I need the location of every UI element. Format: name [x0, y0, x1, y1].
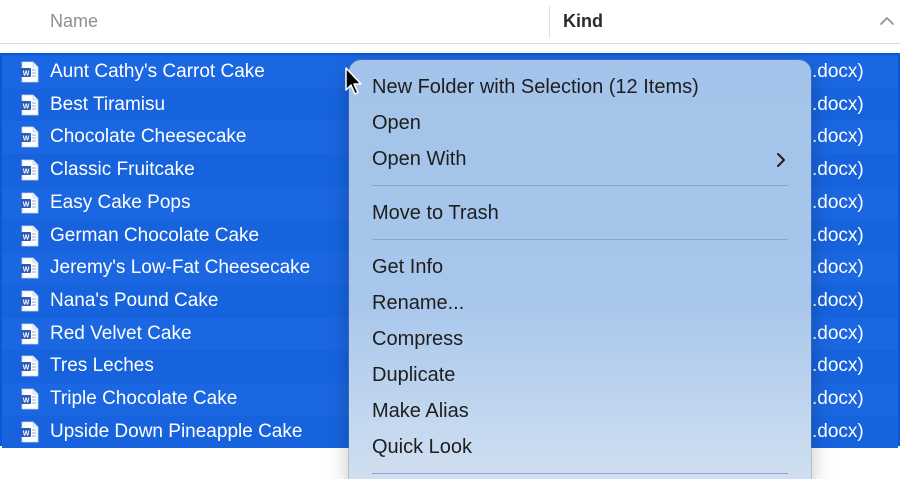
menu-item-open[interactable]: Open: [349, 106, 811, 142]
menu-item-get-info[interactable]: Get Info: [349, 250, 811, 286]
kind-column-header[interactable]: Kind: [563, 11, 603, 32]
file-kind: .docx): [812, 224, 864, 246]
word-document-icon: W: [21, 225, 39, 246]
file-kind: .docx): [812, 191, 864, 213]
menu-item-rename[interactable]: Rename...: [349, 286, 811, 322]
svg-text:W: W: [23, 267, 30, 274]
file-kind: .docx): [812, 420, 864, 442]
finder-window: Name Kind W Aunt Cathy's Carrot Cake .docx…: [0, 0, 900, 479]
menu-item-label: New Folder with Selection (12 Items): [372, 76, 699, 98]
file-name: Easy Cake Pops: [50, 191, 191, 213]
file-kind: .docx): [812, 126, 864, 148]
menu-item-quick-look[interactable]: Quick Look: [349, 430, 811, 466]
svg-text:W: W: [23, 234, 30, 241]
word-document-icon: W: [21, 421, 39, 443]
svg-text:W: W: [23, 430, 30, 437]
file-kind: .docx): [812, 93, 864, 115]
file-name: Triple Chocolate Cake: [50, 388, 238, 409]
word-document-icon: W: [21, 94, 39, 116]
file-kind: .docx): [812, 61, 864, 82]
menu-item-move-to-trash[interactable]: Move to Trash: [349, 196, 811, 232]
file-kind: .docx): [812, 388, 864, 409]
svg-text:W: W: [23, 332, 30, 339]
menu-item-new-folder-with-selection-12-items[interactable]: New Folder with Selection (12 Items): [349, 70, 811, 106]
word-document-icon: W: [21, 388, 39, 410]
menu-item-label: Duplicate: [372, 364, 456, 386]
word-document-icon: W: [21, 290, 39, 312]
file-name: Red Velvet Cake: [50, 322, 192, 344]
file-name: Tres Leches: [50, 355, 154, 377]
svg-text:W: W: [23, 103, 30, 110]
menu-item-label: Open: [372, 112, 421, 134]
menu-item-label: Get Info: [372, 256, 444, 278]
file-name: Chocolate Cheesecake: [50, 126, 247, 148]
svg-text:W: W: [23, 299, 30, 306]
word-document-icon: W: [21, 61, 39, 83]
menu-item-label: Quick Look: [372, 436, 473, 458]
word-document-icon: W: [21, 257, 39, 279]
menu-item-duplicate[interactable]: Duplicate: [349, 358, 811, 394]
word-document-icon: W: [21, 355, 39, 377]
menu-item-label: Move to Trash: [372, 202, 499, 224]
svg-text:W: W: [23, 398, 30, 405]
file-name: German Chocolate Cake: [50, 224, 260, 246]
file-name: Jeremy's Low-Fat Cheesecake: [50, 257, 311, 279]
file-kind: .docx): [812, 355, 864, 377]
context-menu: New Folder with Selection (12 Items) Open…: [349, 60, 811, 479]
file-kind: .docx): [812, 257, 864, 279]
menu-separator: [372, 185, 788, 186]
word-document-icon: W: [21, 323, 39, 344]
mouse-cursor-icon: [345, 67, 362, 95]
menu-separator: [372, 239, 788, 240]
menu-separator: [372, 473, 788, 474]
svg-text:W: W: [23, 71, 30, 78]
file-kind: .docx): [812, 159, 864, 181]
svg-text:W: W: [23, 201, 30, 208]
chevron-up-icon[interactable]: [878, 12, 896, 30]
word-document-icon: W: [21, 192, 39, 214]
file-kind: .docx): [812, 289, 864, 311]
menu-item-open-with[interactable]: Open With: [349, 142, 811, 178]
file-name: Upside Down Pineapple Cake: [50, 420, 303, 442]
name-column-header[interactable]: Name: [50, 11, 98, 32]
column-header: Name Kind: [0, 0, 900, 44]
file-kind: .docx): [812, 322, 864, 344]
column-divider[interactable]: [549, 6, 550, 38]
svg-text:W: W: [23, 169, 30, 176]
menu-item-compress[interactable]: Compress: [349, 322, 811, 358]
file-name: Nana's Pound Cake: [50, 289, 219, 311]
menu-item-make-alias[interactable]: Make Alias: [349, 394, 811, 430]
menu-item-label: Rename...: [372, 292, 465, 314]
word-document-icon: W: [21, 159, 39, 181]
menu-item-label: Compress: [372, 328, 464, 350]
menu-item-label: Make Alias: [372, 400, 469, 422]
file-name: Classic Fruitcake: [50, 159, 195, 181]
menu-item-label: Open With: [372, 148, 467, 170]
svg-text:W: W: [23, 136, 30, 143]
svg-text:W: W: [23, 365, 30, 372]
word-document-icon: W: [21, 126, 39, 148]
file-name: Aunt Cathy's Carrot Cake: [50, 61, 265, 82]
file-name: Best Tiramisu: [50, 93, 166, 115]
chevron-right-icon: [777, 153, 785, 167]
